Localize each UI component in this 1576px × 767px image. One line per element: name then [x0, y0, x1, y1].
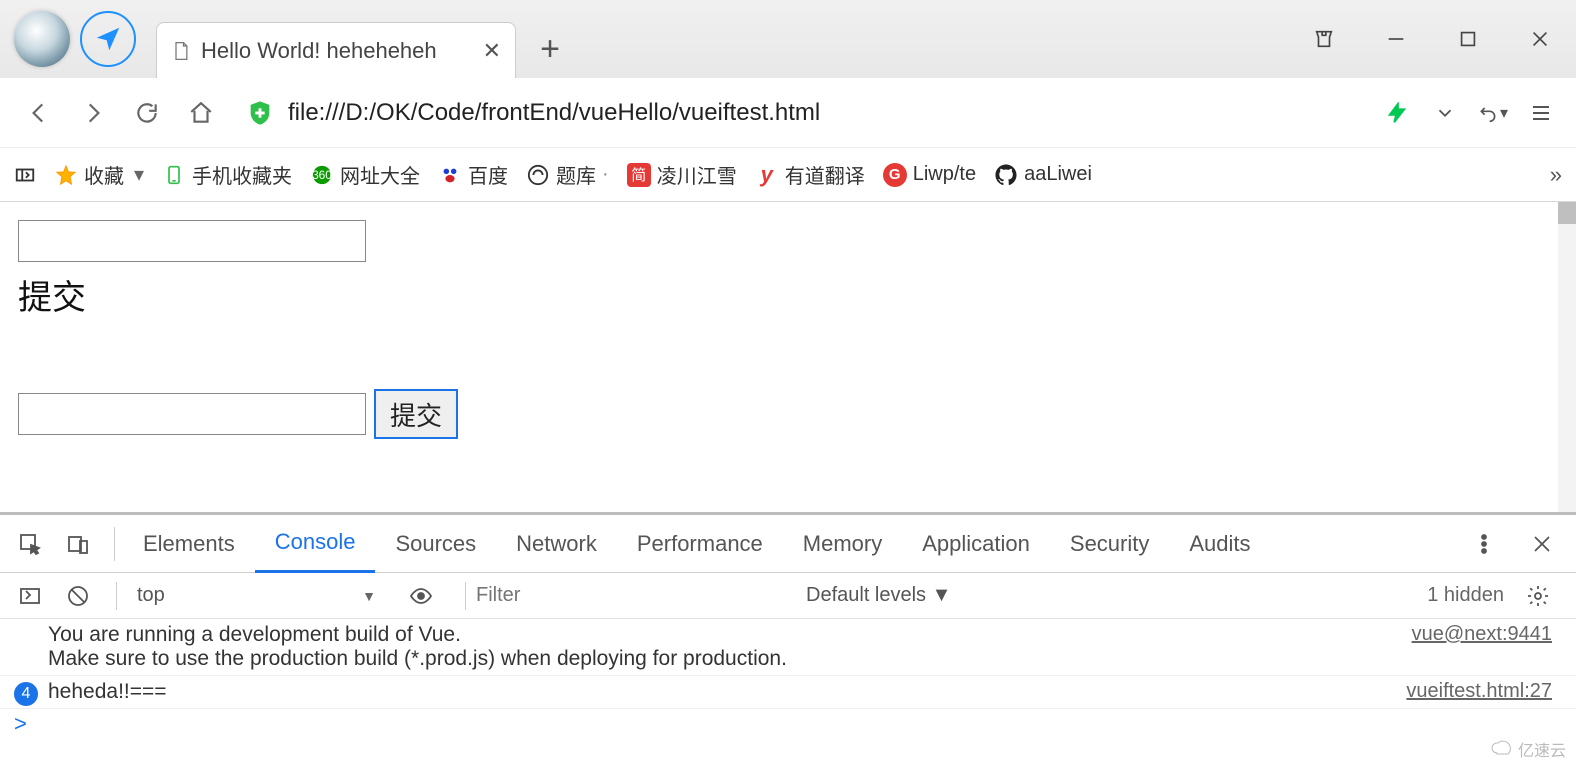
browser-logo-icon[interactable] — [80, 11, 136, 67]
bookmark-label: 网址大全 — [340, 160, 420, 189]
bookmark-label: 收藏 — [84, 160, 124, 189]
window-controls — [1288, 0, 1576, 78]
tab-title: Hello World! heheheheh — [201, 38, 469, 64]
live-expression-icon[interactable] — [401, 576, 441, 616]
context-label: top — [137, 584, 165, 607]
tab-application[interactable]: Application — [902, 515, 1050, 573]
bookmark-label: 百度 — [468, 160, 508, 189]
wardrobe-icon[interactable] — [1288, 14, 1360, 64]
console-message[interactable]: heheda!!=== vueiftest.html:27 — [0, 676, 1576, 709]
separator — [116, 582, 117, 610]
console-message-text: You are running a development build of V… — [48, 623, 1412, 671]
menu-icon[interactable] — [1526, 98, 1556, 128]
console-message-text: heheda!!=== — [48, 680, 1406, 704]
flash-icon[interactable] — [1382, 98, 1412, 128]
console-filter-input[interactable] — [476, 584, 796, 607]
console-message-source[interactable]: vue@next:9441 — [1412, 623, 1552, 671]
security-shield-icon — [246, 99, 274, 127]
tab-console[interactable]: Console — [255, 515, 376, 573]
aaliwei-bookmark[interactable]: aaLiwei — [994, 163, 1092, 187]
close-tab-icon[interactable]: ✕ — [483, 38, 501, 64]
chevron-down-icon[interactable] — [1430, 98, 1460, 128]
tab-performance[interactable]: Performance — [617, 515, 783, 573]
tab-security[interactable]: Security — [1050, 515, 1169, 573]
profile-avatar[interactable] — [14, 11, 70, 67]
sidebar-toggle-icon[interactable] — [14, 164, 36, 186]
devtools-menu-icon[interactable] — [1464, 524, 1504, 564]
bookmark-label: Liwp/te — [913, 163, 976, 186]
devtools-close-icon[interactable] — [1522, 524, 1562, 564]
browser-tabstrip: Hello World! heheheheh ✕ + — [0, 0, 1576, 78]
bookmark-label: aaLiwei — [1024, 163, 1092, 186]
file-icon — [171, 41, 191, 61]
reload-button[interactable] — [124, 90, 170, 136]
back-button[interactable] — [16, 90, 62, 136]
close-window-button[interactable] — [1504, 14, 1576, 64]
address-bar: file:///D:/OK/Code/frontEnd/vueHello/vue… — [0, 78, 1576, 148]
devtools-tabstrip: Elements Console Sources Network Perform… — [0, 515, 1576, 573]
baidu-bookmark[interactable]: 百度 — [438, 160, 508, 189]
minimize-button[interactable] — [1360, 14, 1432, 64]
console-message-source[interactable]: vueiftest.html:27 — [1406, 680, 1552, 704]
log-levels-selector[interactable]: Default levels ▼ — [806, 584, 951, 607]
new-tab-button[interactable]: + — [522, 21, 578, 77]
tab-audits[interactable]: Audits — [1169, 515, 1270, 573]
youdao-bookmark[interactable]: y有道翻译 — [755, 160, 865, 189]
svg-text:360: 360 — [312, 168, 332, 182]
scrollbar-thumb[interactable] — [1558, 202, 1576, 224]
device-toggle-icon[interactable] — [58, 524, 98, 564]
url-text: file:///D:/OK/Code/frontEnd/vueHello/vue… — [288, 99, 1364, 127]
console-prompt[interactable]: > — [0, 709, 1576, 739]
bookmark-label: 有道翻译 — [785, 160, 865, 189]
tiku-bookmark[interactable]: 题库· — [526, 160, 609, 189]
clear-console-icon[interactable] — [58, 576, 98, 616]
bookmark-overflow-icon[interactable]: » — [1550, 162, 1562, 188]
tab-memory[interactable]: Memory — [783, 515, 902, 573]
devtools-panel: Elements Console Sources Network Perform… — [0, 512, 1576, 739]
wangzhi-bookmark[interactable]: 360 网址大全 — [310, 160, 420, 189]
bookmark-label: 凌川江雪 — [657, 160, 737, 189]
bookmarks-bar: 收藏▾ 手机收藏夹 360 网址大全 百度 题库· 简凌川江雪 y有道翻译 GLi… — [0, 148, 1576, 202]
bookmark-label: 题库 — [556, 160, 596, 189]
page-viewport: 提交 提交 — [0, 202, 1576, 512]
submit-button[interactable]: 提交 — [374, 389, 458, 439]
text-input-2[interactable] — [18, 393, 366, 435]
tab-sources[interactable]: Sources — [375, 515, 496, 573]
lingchuan-bookmark[interactable]: 简凌川江雪 — [627, 160, 737, 189]
console-sidebar-toggle-icon[interactable] — [10, 576, 50, 616]
text-input-1[interactable] — [18, 220, 366, 262]
watermark: 亿速云 — [1490, 737, 1566, 761]
inspect-element-icon[interactable] — [10, 524, 50, 564]
console-message[interactable]: You are running a development build of V… — [0, 619, 1576, 676]
maximize-button[interactable] — [1432, 14, 1504, 64]
undo-icon[interactable]: ▾ — [1478, 98, 1508, 128]
url-field[interactable]: file:///D:/OK/Code/frontEnd/vueHello/vue… — [246, 89, 1364, 137]
mobile-bookmark[interactable]: 手机收藏夹 — [162, 160, 292, 189]
console-settings-icon[interactable] — [1518, 576, 1558, 616]
scrollbar-track[interactable] — [1558, 202, 1576, 512]
separator — [465, 582, 466, 610]
home-button[interactable] — [178, 90, 224, 136]
execution-context-selector[interactable]: top ▼ — [127, 584, 387, 607]
dropdown-triangle-icon: ▼ — [362, 588, 376, 604]
favorites-bookmark[interactable]: 收藏▾ — [54, 160, 144, 189]
address-right-controls: ▾ — [1382, 98, 1564, 128]
separator — [114, 527, 115, 561]
submit-label: 提交 — [18, 270, 1558, 319]
tab-network[interactable]: Network — [496, 515, 617, 573]
tab-elements[interactable]: Elements — [123, 515, 255, 573]
forward-button[interactable] — [70, 90, 116, 136]
hidden-messages-label[interactable]: 1 hidden — [1427, 584, 1504, 607]
console-toolbar: top ▼ Default levels ▼ 1 hidden — [0, 573, 1576, 619]
liwp-bookmark[interactable]: GLiwp/te — [883, 163, 976, 187]
console-output: You are running a development build of V… — [0, 619, 1576, 739]
bookmark-label: 手机收藏夹 — [192, 160, 292, 189]
browser-tab[interactable]: Hello World! heheheheh ✕ — [156, 22, 516, 78]
